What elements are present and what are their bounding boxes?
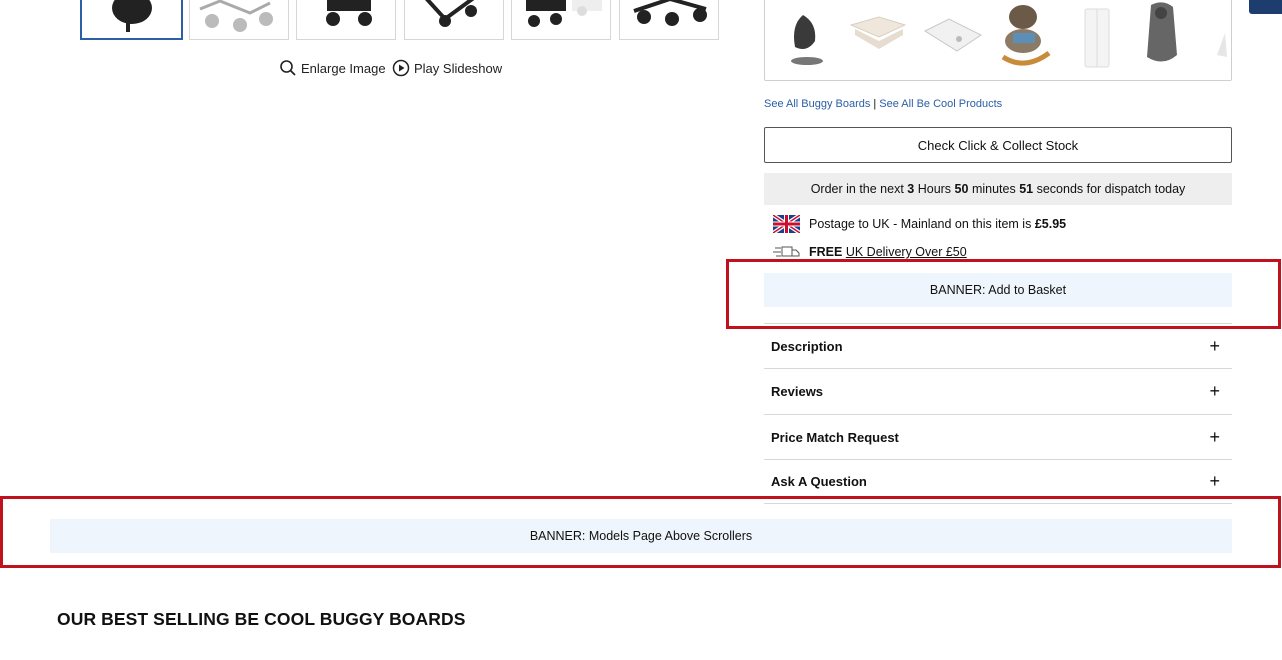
accordion-ask-question-label: Ask A Question: [771, 474, 867, 489]
free-delivery-info: FREE UK Delivery Over £50: [773, 245, 967, 259]
play-slideshow-button[interactable]: Play Slideshow: [392, 59, 502, 77]
accordion-price-match-label: Price Match Request: [771, 429, 899, 445]
dispatch-minutes-label: minutes: [971, 182, 1016, 196]
corner-widget[interactable]: [1249, 0, 1282, 14]
product-thumbnail-5[interactable]: [511, 0, 611, 40]
link-separator: |: [873, 98, 877, 110]
dispatch-minutes: 50: [954, 182, 969, 196]
check-click-collect-button[interactable]: Check Click & Collect Stock: [764, 127, 1232, 163]
carousel-item-3[interactable]: [919, 0, 985, 75]
dispatch-suffix: seconds for dispatch today: [1036, 182, 1186, 196]
dispatch-seconds: 51: [1019, 182, 1034, 196]
plus-icon: +: [1209, 380, 1220, 401]
carousel-item-6[interactable]: [1137, 0, 1187, 75]
see-all-buggy-boards-link[interactable]: See All Buggy Boards: [764, 98, 870, 110]
best-selling-heading: OUR BEST SELLING BE COOL BUGGY BOARDS: [57, 609, 466, 629]
carousel-item-5[interactable]: [1077, 0, 1117, 75]
postage-label: Postage to UK - Mainland on this item is: [809, 217, 1032, 231]
accordion-description-label: Description: [771, 338, 843, 354]
dispatch-prefix: Order in the next: [810, 182, 904, 196]
dispatch-hours-label: Hours: [917, 182, 952, 196]
carousel-item-2[interactable]: [845, 0, 909, 75]
free-delivery-label: UK Delivery Over £50: [845, 245, 967, 259]
carousel-item-1[interactable]: [781, 0, 831, 75]
plus-icon: +: [1209, 335, 1220, 356]
product-thumbnail-4[interactable]: [404, 0, 504, 40]
delivery-truck-icon: [773, 246, 800, 257]
related-products-carousel: [764, 0, 1232, 81]
accordion-description[interactable]: Description +: [764, 323, 1232, 368]
see-all-brand-products-link[interactable]: See All Be Cool Products: [879, 98, 1002, 110]
free-label: FREE: [809, 245, 843, 259]
product-thumbnail-2[interactable]: [189, 0, 289, 40]
plus-icon: +: [1209, 471, 1220, 491]
basket-banner-highlight: [726, 259, 1281, 329]
free-delivery-text: FREE UK Delivery Over £50: [809, 245, 967, 259]
postage-info: Postage to UK - Mainland on this item is…: [773, 215, 1066, 233]
magnifier-icon: [280, 60, 296, 76]
play-circle-icon: [392, 59, 410, 77]
product-thumbnail-6[interactable]: [619, 0, 719, 40]
postage-text: Postage to UK - Mainland on this item is…: [809, 217, 1066, 231]
postage-price: £5.95: [1034, 217, 1067, 231]
scrollers-banner-highlight: [0, 496, 1281, 568]
dispatch-hours: 3: [907, 182, 915, 196]
accordion-price-match[interactable]: Price Match Request +: [764, 414, 1232, 459]
accordion-reviews[interactable]: Reviews +: [764, 368, 1232, 413]
dispatch-countdown: Order in the next 3 Hours 50 minutes 51 …: [764, 173, 1232, 205]
product-thumbnail-1[interactable]: [80, 0, 183, 40]
accordion-reviews-label: Reviews: [771, 383, 824, 399]
play-slideshow-label: Play Slideshow: [414, 60, 503, 76]
plus-icon: +: [1209, 426, 1220, 447]
enlarge-image-button[interactable]: Enlarge Image: [279, 59, 386, 77]
carousel-item-7[interactable]: [1209, 0, 1232, 75]
carousel-item-4[interactable]: [993, 0, 1057, 75]
product-thumbnail-3[interactable]: [296, 0, 396, 40]
product-links: See All Buggy Boards | See All Be Cool Pro…: [764, 98, 1002, 110]
uk-flag-icon: [773, 215, 800, 233]
enlarge-image-label: Enlarge Image: [301, 60, 386, 76]
